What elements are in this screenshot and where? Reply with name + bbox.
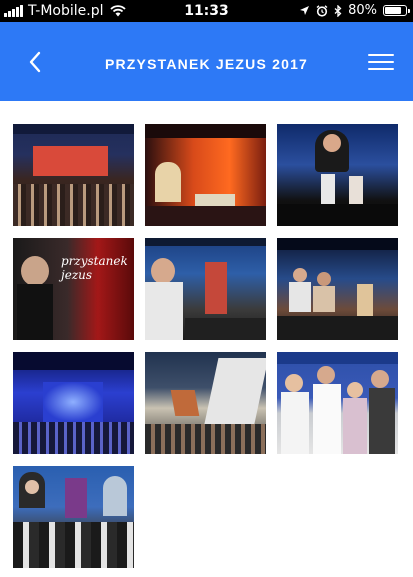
gallery-photo-3[interactable] [277, 124, 398, 226]
alarm-icon [316, 4, 328, 17]
gallery-photo-10[interactable] [13, 466, 134, 568]
gallery-photo-2[interactable] [145, 124, 266, 226]
gallery-photo-7[interactable] [13, 352, 134, 454]
app-header: PRZYSTANEK JEZUS 2017 [0, 22, 413, 101]
gallery-photo-1[interactable] [13, 124, 134, 226]
gallery-photo-6[interactable] [277, 238, 398, 340]
photo-logo-text: przystanek jezus [61, 254, 128, 282]
page-title: PRZYSTANEK JEZUS 2017 [104, 56, 309, 72]
status-bar: T-Mobile.pl 11:33 80% [0, 0, 413, 22]
gallery-photo-4[interactable]: przystanek jezus [13, 238, 134, 340]
hamburger-menu-icon [368, 54, 394, 70]
photo-gallery-grid: przystanek jezus [13, 124, 399, 568]
bluetooth-icon [334, 4, 342, 17]
menu-button[interactable] [367, 51, 395, 73]
battery-percent: 80% [348, 3, 377, 18]
status-bar-right: 80% [299, 3, 410, 18]
gallery-photo-9[interactable] [277, 352, 398, 454]
chevron-left-icon [29, 51, 41, 73]
gallery-photo-5[interactable] [145, 238, 266, 340]
location-icon [300, 6, 310, 15]
gallery-photo-8[interactable] [145, 352, 266, 454]
battery-icon [383, 5, 410, 16]
back-button[interactable] [22, 48, 50, 76]
